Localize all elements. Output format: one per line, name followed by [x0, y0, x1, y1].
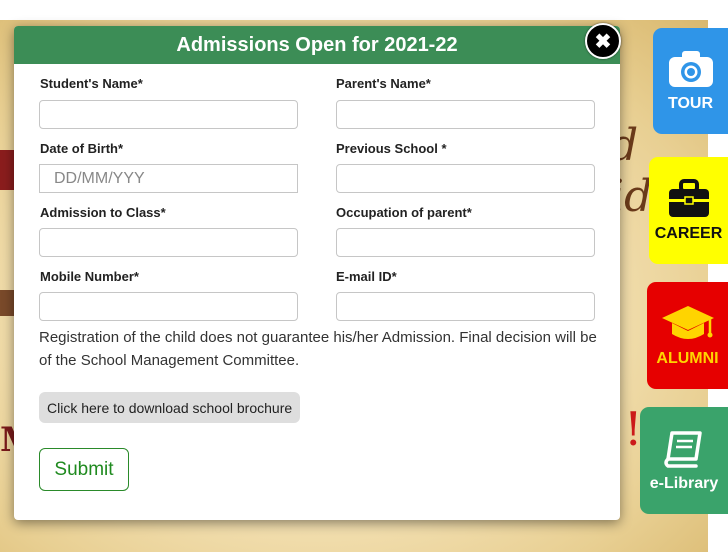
dob-input[interactable] [39, 164, 298, 193]
previous-school-label: Previous School * [336, 141, 447, 156]
download-brochure-button[interactable]: Click here to download school brochure [39, 392, 301, 423]
book-icon [664, 430, 702, 468]
alumni-tab[interactable]: ALUMNI [647, 282, 728, 389]
registration-notice: Registration of the child does not guara… [39, 329, 597, 369]
student-name-input[interactable] [39, 100, 298, 129]
background-decoration [0, 290, 14, 316]
modal-title: Admissions Open for 2021-22 [176, 33, 458, 56]
elibrary-tab-label: e-Library [649, 474, 719, 492]
briefcase-icon [668, 178, 709, 217]
mobile-input[interactable] [39, 292, 298, 321]
tour-tab-label: TOUR [667, 95, 714, 112]
mobile-label: Mobile Number* [40, 269, 139, 284]
alumni-tab-label: ALUMNI [656, 349, 719, 367]
modal-header: Admissions Open for 2021-22 [14, 26, 620, 64]
previous-school-input[interactable] [336, 164, 595, 193]
submit-button[interactable]: Submit [39, 448, 129, 491]
email-label: E-mail ID* [336, 269, 397, 284]
dob-label: Date of Birth* [40, 141, 124, 156]
parent-name-label: Parent's Name* [336, 76, 431, 91]
parent-name-input[interactable] [336, 100, 595, 129]
background-decoration [0, 150, 14, 190]
parent-occupation-label: Occupation of parent* [336, 205, 472, 220]
admission-class-input[interactable] [39, 228, 298, 257]
career-tab-label: CAREER [654, 224, 723, 242]
career-tab[interactable]: CAREER [649, 157, 728, 264]
close-icon: ✖ [594, 30, 612, 53]
admission-modal: Admissions Open for 2021-22 ✖ Student's … [14, 23, 621, 520]
tour-tab[interactable]: TOUR [653, 28, 728, 134]
parent-occupation-input[interactable] [336, 228, 595, 257]
close-button[interactable]: ✖ [585, 23, 621, 59]
elibrary-tab[interactable]: e-Library [640, 407, 728, 514]
email-input[interactable] [336, 292, 595, 321]
student-name-label: Student's Name* [40, 76, 143, 91]
camera-icon [668, 51, 713, 87]
admission-class-label: Admission to Class* [40, 205, 166, 220]
graduation-cap-icon [661, 305, 714, 339]
